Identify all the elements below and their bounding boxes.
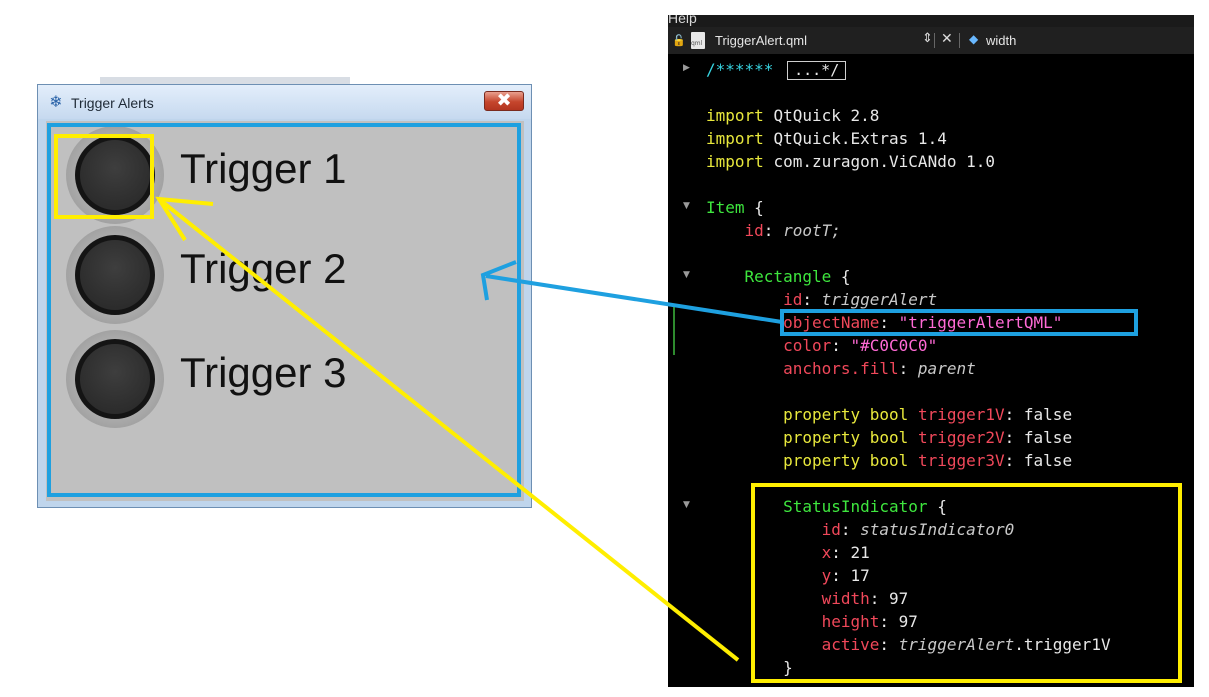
annotation-arrows xyxy=(155,196,783,662)
yellow-arrow-line xyxy=(158,198,740,662)
blue-arrow-line xyxy=(485,274,783,324)
